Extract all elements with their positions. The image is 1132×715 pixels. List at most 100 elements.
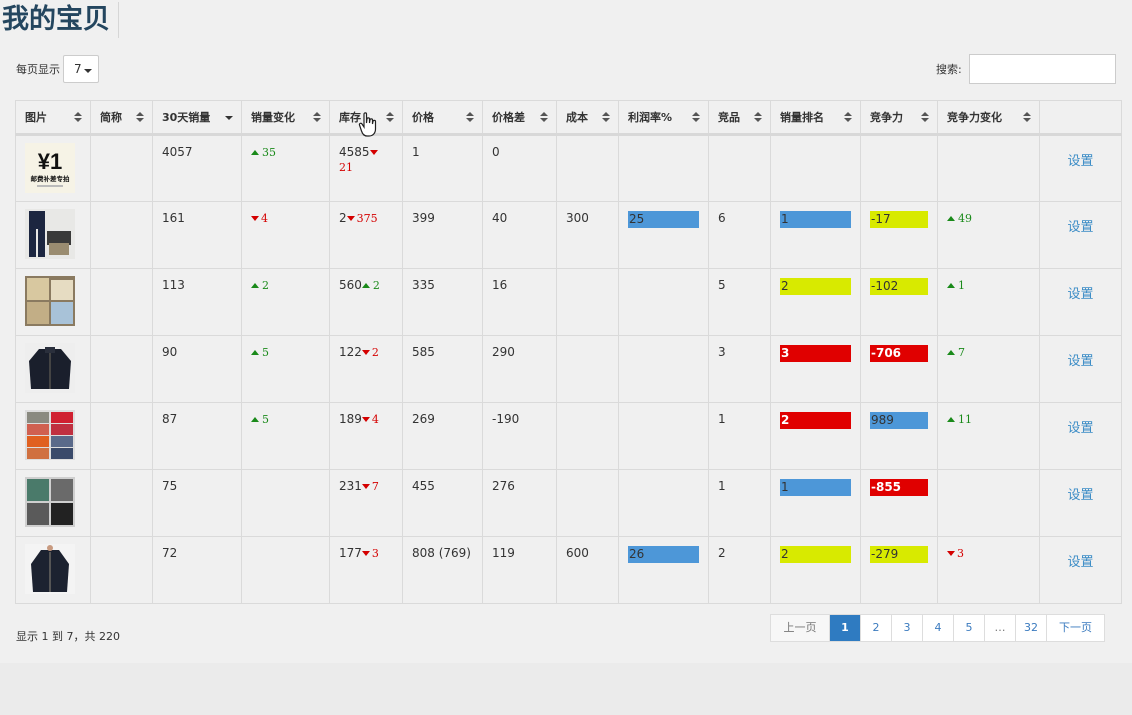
settings-link[interactable]: 设置 [1067, 287, 1093, 302]
table-row: 72 177 3 808 (769) 119 600 26 2 2 -279 3 设置 [15, 536, 1122, 604]
cell-sales-rank: 2 [770, 536, 861, 604]
competitiveness-bar: -279 [870, 546, 928, 563]
cell-competitors: 1 [708, 402, 771, 470]
sales-change-value: 2 [251, 279, 269, 292]
cell-image [15, 469, 91, 537]
products-table: 图片 简称 30天销量 销量变化 库存 价格 价格差 成本 利润率% 竞品 销量排名 竞争力 竞争力变化… [15, 100, 1122, 604]
page-length-value: 7 [74, 62, 82, 76]
competitiveness-change-value: 7 [947, 346, 965, 359]
stock-value: 177 [339, 546, 362, 560]
cell-competitors: 2 [708, 536, 771, 604]
page-button-3[interactable]: 3 [891, 615, 922, 641]
stock-change-value: 4 [361, 413, 379, 426]
page-button-2[interactable]: 2 [860, 615, 891, 641]
settings-link[interactable]: 设置 [1067, 354, 1093, 369]
cell-stock: 2 375 [329, 201, 403, 269]
sales-change-value: 5 [251, 413, 269, 426]
column-header[interactable]: 利润率% [618, 100, 709, 136]
cell-sales-rank: 3 [770, 335, 861, 403]
competitiveness-bar: -102 [870, 278, 928, 295]
cell-sales: 4057 [152, 134, 242, 202]
arrow-up-icon [251, 283, 259, 288]
product-thumbnail [25, 544, 75, 594]
settings-link[interactable]: 设置 [1067, 488, 1093, 503]
stock-value: 2 [339, 211, 347, 225]
cell-competitiveness-change [937, 134, 1040, 202]
page-button-32[interactable]: 32 [1015, 615, 1046, 641]
page-button-1[interactable]: 1 [829, 615, 860, 641]
page-button-4[interactable]: 4 [922, 615, 953, 641]
pagination-ellipsis: … [984, 615, 1015, 641]
column-header[interactable]: 价格差 [482, 100, 557, 136]
column-header[interactable]: 价格 [402, 100, 483, 136]
settings-link[interactable]: 设置 [1067, 421, 1093, 436]
product-thumbnail: ¥1邮费补差专拍 [25, 143, 75, 193]
cell-sales-change: 4 [241, 201, 330, 269]
cell-competitiveness-change: 7 [937, 335, 1040, 403]
arrow-up-icon [251, 417, 259, 422]
sales-change-value: 4 [251, 212, 268, 225]
cell-price-diff: -190 [482, 402, 557, 470]
cell-competitiveness: -17 [860, 201, 938, 269]
column-header[interactable]: 销量变化 [241, 100, 330, 136]
next-page-button[interactable]: 下一页 [1046, 615, 1104, 641]
page-length-select[interactable]: 7 [63, 55, 99, 83]
cell-profit-rate: 25 [618, 201, 709, 269]
cell-sales-change: 5 [241, 335, 330, 403]
cell-name [90, 201, 153, 269]
arrow-down-icon [346, 216, 355, 221]
column-header[interactable]: 30天销量 [152, 100, 242, 136]
sort-icon [466, 112, 474, 124]
cell-sales-change [241, 469, 330, 537]
settings-link[interactable]: 设置 [1067, 220, 1093, 235]
competitiveness-change-value: 1 [947, 279, 965, 292]
arrow-up-icon [947, 417, 955, 422]
cell-name [90, 469, 153, 537]
settings-link[interactable]: 设置 [1067, 555, 1093, 570]
column-header[interactable]: 图片 [15, 100, 91, 136]
sort-desc-icon [225, 112, 233, 124]
product-thumbnail [25, 410, 75, 460]
cell-name [90, 402, 153, 470]
cell-competitiveness-change: 1 [937, 268, 1040, 336]
cell-action: 设置 [1039, 335, 1122, 403]
sales-rank-bar: 2 [780, 546, 851, 563]
column-header[interactable]: 竞争力 [860, 100, 938, 136]
column-header-label: 价格差 [492, 111, 525, 124]
cell-price-diff: 16 [482, 268, 557, 336]
sales-rank-bar: 2 [780, 278, 851, 295]
cell-competitors: 1 [708, 469, 771, 537]
sales-rank-bar: 1 [780, 479, 851, 496]
cell-sales: 87 [152, 402, 242, 470]
cell-price-diff: 290 [482, 335, 557, 403]
column-header-label: 30天销量 [162, 111, 211, 124]
stock-change-value: 2 [361, 279, 380, 292]
cell-sales: 113 [152, 268, 242, 336]
cell-competitiveness-change [937, 469, 1040, 537]
column-header-label: 竞争力变化 [947, 111, 1002, 124]
table-row: 161 4 2 375 399 40 300 25 6 1 -17 49 设置 [15, 201, 1122, 269]
column-header[interactable]: 销量排名 [770, 100, 861, 136]
sort-icon [1023, 112, 1031, 124]
column-header[interactable]: 成本 [556, 100, 619, 136]
cell-image [15, 402, 91, 470]
page-button-5[interactable]: 5 [953, 615, 984, 641]
column-header[interactable]: 简称 [90, 100, 153, 136]
search-input[interactable] [969, 54, 1116, 84]
settings-link[interactable]: 设置 [1067, 154, 1093, 169]
cell-image [15, 268, 91, 336]
prev-page-button[interactable]: 上一页 [771, 615, 829, 641]
cell-price-diff: 276 [482, 469, 557, 537]
arrow-down-icon [251, 216, 259, 221]
column-header[interactable]: 竞争力变化 [937, 100, 1040, 136]
stock-value: 189 [339, 412, 362, 426]
table-row: ¥1 邮费补差专拍 4057 35 458521 1 0 设置 [15, 134, 1122, 202]
table-row: 113 2 560 2 335 16 5 2 -102 1 设置 [15, 268, 1122, 336]
arrow-up-icon [947, 350, 955, 355]
column-header[interactable]: 竞品 [708, 100, 771, 136]
stock-change-value: 2 [361, 346, 379, 359]
cell-stock: 189 4 [329, 402, 403, 470]
cell-competitiveness: -855 [860, 469, 938, 537]
column-header-label: 价格 [412, 111, 434, 124]
arrow-down-icon [361, 551, 370, 556]
